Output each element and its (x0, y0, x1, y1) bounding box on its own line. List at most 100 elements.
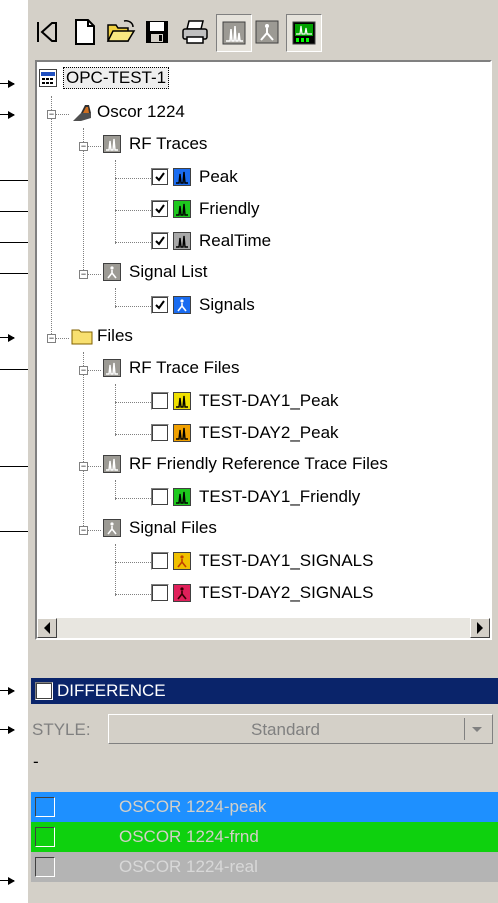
expander-signal-list[interactable]: − (79, 270, 88, 279)
tree-connector (115, 242, 151, 243)
style-value: Standard (251, 720, 320, 739)
tree-connector (115, 562, 151, 563)
test-day1-peak-checkbox[interactable] (151, 392, 169, 410)
friendly-label: Friendly (199, 199, 260, 218)
signals-checkbox[interactable] (151, 296, 169, 314)
print-icon[interactable] (178, 14, 212, 50)
tree-rf-trace-files[interactable]: RF Trace Files (103, 356, 242, 380)
scroll-left-button[interactable] (37, 618, 57, 638)
tree-item-signals[interactable]: Signals (151, 293, 257, 317)
tree-connector (83, 352, 84, 532)
peak-checkbox[interactable] (151, 168, 169, 186)
tree-item-test-day1-peak[interactable]: TEST-DAY1_Peak (151, 389, 341, 413)
arrow-left-icon (44, 622, 50, 634)
tree-rf-friendly-files[interactable]: RF Friendly Reference Trace Files (103, 452, 390, 476)
tree-signal-list-label: Signal List (129, 262, 208, 281)
source-row-real[interactable]: OSCOR 1224-real (31, 852, 498, 882)
tree-connector (115, 544, 116, 596)
separator-text: - (33, 752, 39, 771)
callout-arrow-root (0, 80, 15, 88)
source-peak-checkbox[interactable] (35, 797, 55, 817)
peak-label: Peak (199, 167, 238, 186)
tree-rf-trace-files-label: RF Trace Files (129, 358, 240, 377)
test-day2-peak-label: TEST-DAY2_Peak (199, 423, 339, 442)
difference-checkbox[interactable] (35, 682, 53, 700)
expander-rf-trace-files[interactable]: − (79, 366, 88, 375)
source-frnd-label: OSCOR 1224-frnd (119, 827, 259, 846)
tree-rf-traces[interactable]: RF Traces (103, 132, 209, 156)
horizontal-scrollbar[interactable] (37, 618, 490, 638)
signal-group-icon (103, 263, 121, 281)
tree-files[interactable]: Files (71, 324, 135, 348)
tree-connector (115, 384, 116, 436)
source-peak-label: OSCOR 1224-peak (119, 797, 267, 816)
test-day2-peak-checkbox[interactable] (151, 424, 169, 442)
tree-item-test-day1-signals[interactable]: TEST-DAY1_SIGNALS (151, 549, 375, 573)
rf-traces-view-icon[interactable] (216, 14, 252, 52)
tree-item-peak[interactable]: Peak (151, 165, 240, 189)
source-real-checkbox[interactable] (35, 857, 55, 877)
device-icon (71, 103, 91, 121)
peak-trace-icon (173, 168, 191, 186)
callout-arrow-files (0, 334, 15, 342)
test-day2-peak-icon (173, 424, 191, 442)
collapse-panel-icon[interactable] (30, 14, 64, 50)
style-dropdown[interactable]: Standard (108, 714, 493, 744)
test-day2-signals-label: TEST-DAY2_SIGNALS (199, 583, 374, 602)
tree-rf-friendly-files-label: RF Friendly Reference Trace Files (129, 454, 388, 473)
source-real-label: OSCOR 1224-real (119, 857, 258, 876)
tree-root-label: OPC-TEST-1 (63, 67, 170, 89)
expander-signal-files[interactable]: − (79, 526, 88, 535)
chevron-down-icon[interactable] (464, 718, 489, 740)
test-day1-peak-icon (173, 392, 191, 410)
signal-view-icon[interactable] (250, 14, 284, 50)
tree-device[interactable]: Oscor 1224 (71, 100, 187, 124)
source-row-peak[interactable]: OSCOR 1224-peak (31, 792, 498, 822)
open-folder-icon[interactable] (104, 14, 138, 50)
realtime-checkbox[interactable] (151, 232, 169, 250)
test-day1-signals-checkbox[interactable] (151, 552, 169, 570)
tree-item-test-day2-signals[interactable]: TEST-DAY2_SIGNALS (151, 581, 375, 605)
test-day1-friendly-checkbox[interactable] (151, 488, 169, 506)
source-row-frnd[interactable]: OSCOR 1224-frnd (31, 822, 498, 852)
spectrum-display-icon[interactable] (286, 14, 322, 52)
callout-arrow-sources (0, 877, 15, 885)
tree-item-test-day2-peak[interactable]: TEST-DAY2_Peak (151, 421, 341, 445)
style-row: STYLE: Standard (28, 712, 498, 746)
save-icon[interactable] (140, 14, 174, 50)
arrow-right-icon (477, 622, 483, 634)
tree-files-label: Files (97, 326, 133, 345)
expander-rf-friendly-files[interactable]: − (79, 462, 88, 471)
tree-connector (115, 402, 151, 403)
signal-file-group-icon (103, 519, 121, 537)
scroll-right-button[interactable] (470, 618, 490, 638)
tree-rf-traces-label: RF Traces (129, 134, 208, 153)
rf-friendly-file-group-icon (103, 455, 121, 473)
rf-trace-group-icon (103, 135, 121, 153)
tree-signal-list[interactable]: Signal List (103, 260, 209, 284)
tree-item-friendly[interactable]: Friendly (151, 197, 261, 221)
tree-device-label: Oscor 1224 (97, 102, 185, 121)
test-day1-friendly-label: TEST-DAY1_Friendly (199, 487, 361, 506)
new-file-icon[interactable] (68, 14, 102, 50)
tree-signal-files[interactable]: Signal Files (103, 516, 219, 540)
signals-icon (173, 296, 191, 314)
friendly-checkbox[interactable] (151, 200, 169, 218)
folder-icon (71, 327, 93, 345)
test-day2-signals-checkbox[interactable] (151, 584, 169, 602)
tree-connector (115, 594, 151, 595)
style-label: STYLE: (32, 720, 91, 739)
expander-device[interactable]: − (47, 110, 56, 119)
tree-view[interactable]: − − − − − − − OPC-TEST-1 Oscor 1224 RF T… (35, 60, 492, 640)
tree-item-test-day1-friendly[interactable]: TEST-DAY1_Friendly (151, 485, 362, 509)
callout-arrow-difference (0, 687, 15, 695)
tree-root[interactable]: OPC-TEST-1 (39, 66, 170, 90)
source-frnd-checkbox[interactable] (35, 827, 55, 847)
test-day1-peak-label: TEST-DAY1_Peak (199, 391, 339, 410)
tree-connector (115, 434, 151, 435)
difference-row[interactable]: DIFFERENCE (31, 678, 498, 704)
signals-label: Signals (199, 295, 255, 314)
expander-rf-traces[interactable]: − (79, 142, 88, 151)
expander-files[interactable]: − (47, 334, 56, 343)
tree-item-realtime[interactable]: RealTime (151, 229, 273, 253)
